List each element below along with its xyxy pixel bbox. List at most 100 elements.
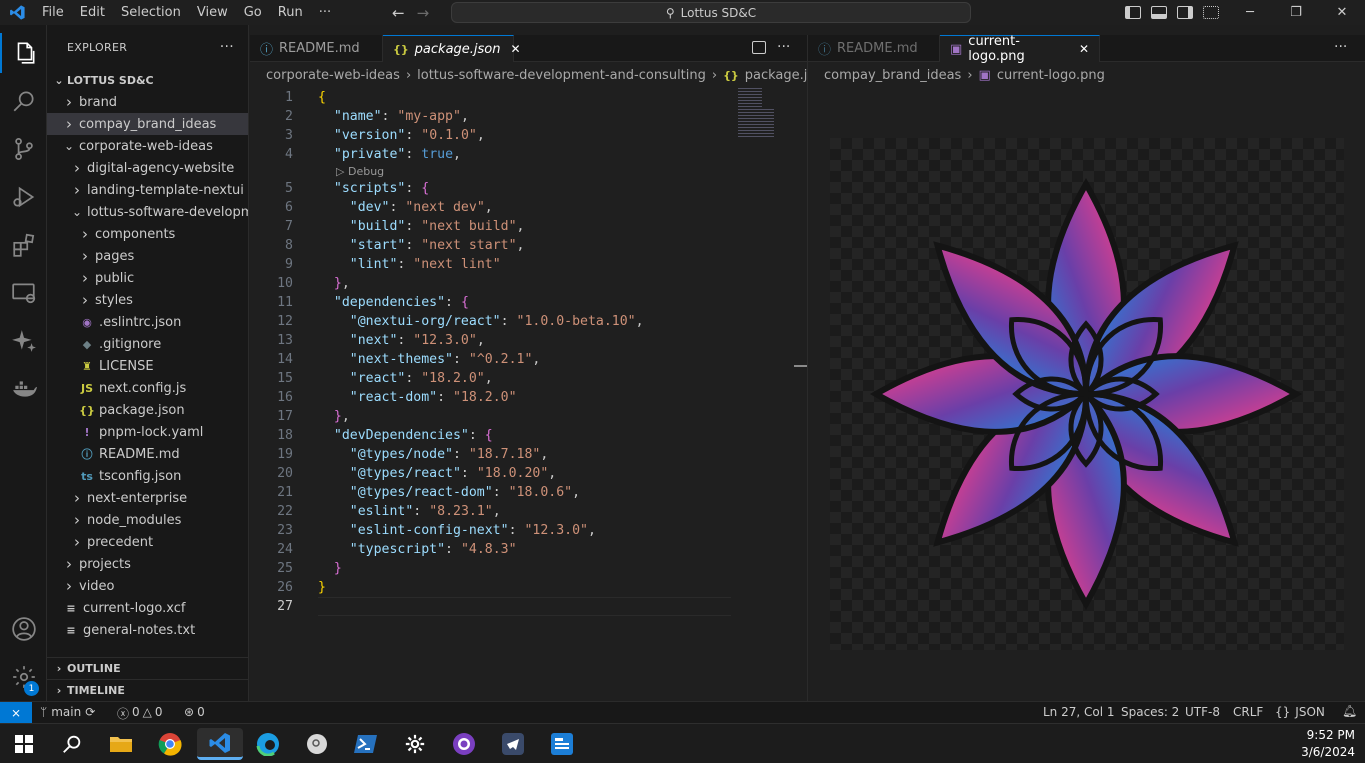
tree-file[interactable]: ♜ LICENSE	[47, 355, 248, 377]
breadcrumb-file[interactable]: current-logo.png	[997, 68, 1105, 83]
news-app-icon[interactable]	[542, 728, 582, 760]
image-preview-canvas[interactable]	[830, 138, 1344, 650]
line-ending[interactable]: CRLF	[1233, 705, 1263, 719]
powershell-icon[interactable]	[346, 728, 386, 760]
menu-run[interactable]: Run	[270, 0, 311, 25]
start-windows-icon[interactable]	[4, 728, 44, 760]
menu-more[interactable]: ···	[311, 0, 339, 25]
tree-folder[interactable]: › next-enterprise	[47, 487, 248, 509]
explorer-more-icon[interactable]: ···	[220, 39, 234, 55]
vertical-scrollbar[interactable]	[794, 365, 807, 367]
tree-folder[interactable]: › public	[47, 267, 248, 289]
encoding[interactable]: UTF-8	[1185, 705, 1220, 719]
github-desktop-icon[interactable]	[444, 728, 484, 760]
settings-gear-icon[interactable]: 1	[0, 657, 47, 697]
tree-folder[interactable]: › compay_brand_ideas	[47, 113, 248, 135]
code-token: :	[389, 200, 406, 215]
tree-file[interactable]: ! pnpm-lock.yaml	[47, 421, 248, 443]
file-explorer-icon[interactable]	[101, 728, 141, 760]
customize-layout-icon[interactable]	[1203, 6, 1219, 19]
tree-file[interactable]: ≡ current-logo.xcf	[47, 597, 248, 619]
cursor-position[interactable]: Ln 27, Col 1	[1043, 705, 1115, 719]
breadcrumb-folder-1[interactable]: corporate-web-ideas	[266, 68, 400, 83]
tree-folder[interactable]: › projects	[47, 553, 248, 575]
tab-current-logo[interactable]: ▣ current-logo.png ✕	[940, 34, 1100, 64]
tree-folder[interactable]: › landing-template-nextui	[47, 179, 248, 201]
menu-edit[interactable]: Edit	[72, 0, 113, 25]
editor-more-icon[interactable]: ···	[777, 39, 790, 55]
remote-explorer-icon[interactable]	[0, 273, 47, 313]
forward-arrow-icon[interactable]: →	[417, 4, 430, 22]
close-tab-icon[interactable]: ✕	[511, 42, 521, 56]
notifications-bell-icon[interactable]: 🔔︎	[1342, 704, 1357, 718]
tab-readme[interactable]: ⓘ README.md	[250, 35, 383, 62]
tab-readme-right[interactable]: ⓘ README.md	[808, 35, 940, 62]
timeline-section[interactable]: › TIMELINE	[47, 679, 249, 701]
chrome-icon[interactable]	[150, 728, 190, 760]
toggle-panel-icon[interactable]	[1151, 6, 1167, 19]
minimize-icon[interactable]: ─	[1227, 5, 1273, 20]
taskbar-search-icon[interactable]	[52, 728, 92, 760]
menu-go[interactable]: Go	[236, 0, 270, 25]
outline-section[interactable]: › OUTLINE	[47, 657, 249, 679]
tree-folder[interactable]: › node_modules	[47, 509, 248, 531]
tree-folder[interactable]: › video	[47, 575, 248, 597]
docker-icon[interactable]	[0, 369, 47, 409]
tree-file[interactable]: {} package.json	[47, 399, 248, 421]
line-number: 9	[285, 257, 293, 272]
accounts-icon[interactable]	[0, 609, 47, 649]
tab-package-json[interactable]: {} package.json ✕	[383, 35, 521, 62]
explorer-icon[interactable]	[0, 33, 47, 73]
code-line: 25 }	[250, 559, 790, 578]
indentation[interactable]: Spaces: 2	[1121, 705, 1179, 719]
toggle-secondary-sidebar-icon[interactable]	[1177, 6, 1193, 19]
toggle-primary-sidebar-icon[interactable]	[1125, 6, 1141, 19]
breadcrumb-folder-2[interactable]: lottus-software-development-and-consulti…	[417, 68, 706, 83]
tree-file[interactable]: ◉ .eslintrc.json	[47, 311, 248, 333]
debug-codelens[interactable]: ▷ Debug	[250, 164, 790, 179]
language-mode[interactable]: {} JSON	[1275, 705, 1325, 719]
tree-folder[interactable]: › components	[47, 223, 248, 245]
tree-folder[interactable]: › digital-agency-website	[47, 157, 248, 179]
menu-view[interactable]: View	[189, 0, 236, 25]
tree-folder[interactable]: › styles	[47, 289, 248, 311]
menu-selection[interactable]: Selection	[113, 0, 189, 25]
remote-indicator-icon[interactable]: ⨯	[0, 702, 32, 724]
close-tab-icon[interactable]: ✕	[1079, 42, 1089, 56]
tree-file[interactable]: ⓘ README.md	[47, 443, 248, 465]
tree-file[interactable]: ◆ .gitignore	[47, 333, 248, 355]
editor-more-icon[interactable]: ···	[1334, 39, 1347, 55]
split-editor-icon[interactable]	[752, 41, 766, 54]
tree-folder[interactable]: ⌄ corporate-web-ideas	[47, 135, 248, 157]
breadcrumb-folder[interactable]: compay_brand_ideas	[824, 68, 961, 83]
workspace-root[interactable]: ⌄ LOTTUS SD&C	[47, 69, 248, 91]
tree-folder[interactable]: › brand	[47, 91, 248, 113]
ports-indicator[interactable]: ⊛ 0	[184, 705, 205, 719]
clock[interactable]: 9:52 PM 3/6/2024	[1301, 727, 1355, 761]
restore-icon[interactable]: ❐	[1273, 5, 1319, 20]
tree-folder[interactable]: ⌄ lottus-software-developm...	[47, 201, 248, 223]
tree-folder[interactable]: › pages	[47, 245, 248, 267]
copilot-sparkle-icon[interactable]	[0, 321, 47, 361]
edge-icon[interactable]	[248, 728, 288, 760]
tree-folder[interactable]: › precedent	[47, 531, 248, 553]
tree-file[interactable]: ts tsconfig.json	[47, 465, 248, 487]
search-activity-icon[interactable]	[0, 81, 47, 121]
settings-app-icon[interactable]	[395, 728, 435, 760]
magnifier-app-icon[interactable]	[297, 728, 337, 760]
telegram-icon[interactable]	[493, 728, 533, 760]
extensions-icon[interactable]	[0, 225, 47, 265]
vscode-taskbar-icon[interactable]	[197, 728, 243, 760]
menu-file[interactable]: File	[34, 0, 72, 25]
command-center-search[interactable]: ⚲ Lottus SD&C	[451, 2, 971, 23]
problems-indicator[interactable]: ⓧ 0 △ 0	[117, 705, 163, 722]
back-arrow-icon[interactable]: ←	[392, 4, 405, 22]
run-debug-icon[interactable]	[0, 177, 47, 217]
tree-file[interactable]: JS next.config.js	[47, 377, 248, 399]
close-window-icon[interactable]: ✕	[1319, 5, 1365, 20]
source-control-icon[interactable]	[0, 129, 47, 169]
tree-file[interactable]: ≡ general-notes.txt	[47, 619, 248, 641]
branch-indicator[interactable]: ᛘ main ⟳	[40, 705, 95, 719]
code-token: "12.3.0"	[413, 333, 477, 348]
